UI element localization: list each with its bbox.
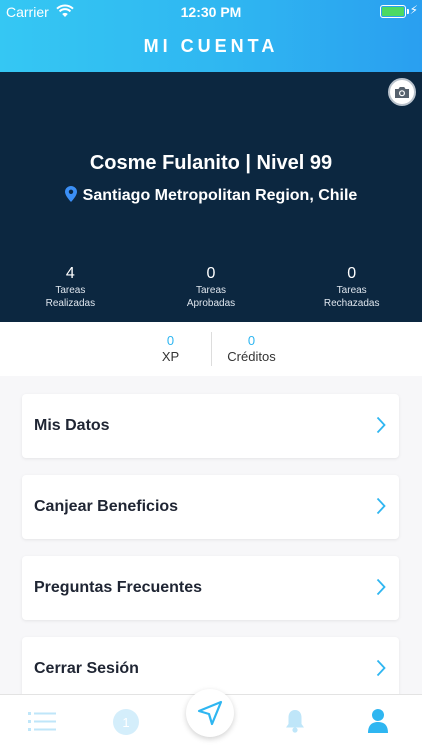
stat-value: 0	[347, 265, 357, 282]
stat-value: 0	[206, 265, 216, 282]
menu-item-mis-datos[interactable]: Mis Datos	[22, 394, 399, 458]
notice-badge: 1	[122, 714, 130, 730]
menu-item-canjear-beneficios[interactable]: Canjear Beneficios	[22, 475, 399, 539]
stat-label-line2: Rechazadas	[323, 298, 380, 309]
stat-label-line1: Tareas	[196, 285, 227, 296]
stat-label-line2: Realizadas	[45, 298, 96, 309]
profile-header: Cosme Fulanito | Nivel 99 Santiago Metro…	[0, 72, 422, 322]
profile-location: Santiago Metropolitan Region, Chile	[0, 186, 422, 205]
chevron-right-icon	[376, 497, 386, 515]
stat-rechazadas: 0 Tareas Rechazadas	[281, 264, 422, 310]
account-menu: Mis Datos Canjear Beneficios Preguntas F…	[22, 394, 399, 718]
menu-item-label: Canjear Beneficios	[34, 498, 179, 515]
battery-icon	[380, 5, 409, 18]
status-time: 12:30 PM	[180, 4, 242, 20]
location-pin-icon	[64, 186, 77, 202]
location-arrow-button[interactable]	[186, 689, 234, 737]
navigation-bar: Carrier 12:30 PM ⚡ MI CUENTA	[0, 0, 422, 72]
xp-counter: 0 XP	[131, 322, 211, 376]
stat-realizadas: 4 Tareas Realizadas	[0, 264, 141, 310]
credits-label: Créditos	[227, 349, 276, 364]
credits-counter: 0 Créditos	[212, 322, 292, 376]
status-bar: Carrier 12:30 PM ⚡	[0, 0, 422, 24]
chevron-right-icon	[376, 416, 386, 434]
notice-icon[interactable]: 1	[113, 709, 139, 735]
page-title: MI CUENTA	[143, 36, 279, 56]
stat-aprobadas: 0 Tareas Aprobadas	[141, 264, 282, 310]
menu-item-preguntas-frecuentes[interactable]: Preguntas Frecuentes	[22, 556, 399, 620]
menu-item-label: Preguntas Frecuentes	[34, 579, 203, 596]
stat-label-line1: Tareas	[55, 285, 86, 296]
location-text: Santiago Metropolitan Region, Chile	[82, 187, 358, 204]
stat-value: 4	[65, 265, 75, 282]
location-arrow-icon	[197, 700, 223, 726]
menu-item-label: Cerrar Sesión	[34, 660, 139, 677]
list-icon[interactable]	[28, 711, 56, 733]
menu-item-label: Mis Datos	[34, 417, 110, 434]
user-icon[interactable]	[367, 708, 389, 734]
points-summary: 0 XP 0 Créditos	[0, 322, 422, 376]
camera-icon	[395, 86, 409, 98]
camera-button[interactable]	[388, 78, 416, 106]
credits-value: 0	[247, 333, 256, 348]
task-stats: 4 Tareas Realizadas 0 Tareas Aprobadas 0…	[0, 264, 422, 310]
xp-value: 0	[166, 333, 175, 348]
stat-label-line1: Tareas	[336, 285, 367, 296]
stat-label-line2: Aprobadas	[186, 298, 236, 309]
charging-icon: ⚡	[409, 3, 418, 17]
profile-name: Cosme Fulanito | Nivel 99	[89, 152, 333, 174]
xp-label: XP	[161, 349, 180, 364]
bell-icon[interactable]	[284, 708, 306, 734]
chevron-right-icon	[376, 659, 386, 677]
chevron-right-icon	[376, 578, 386, 596]
